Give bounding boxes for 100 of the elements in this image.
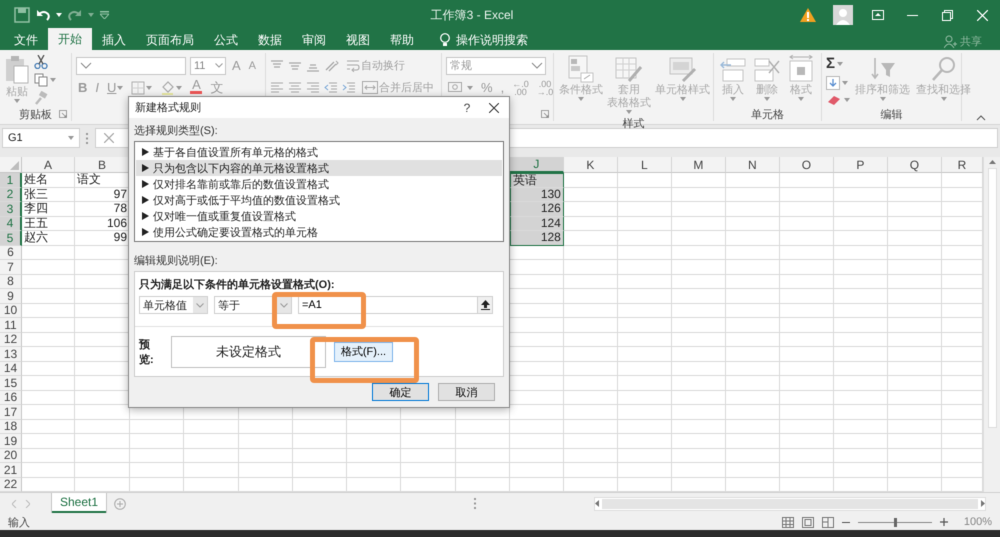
row-header[interactable]: 9 xyxy=(0,289,22,304)
orientation-icon[interactable] xyxy=(324,60,340,72)
add-sheet-icon[interactable] xyxy=(114,498,126,510)
scrollbar-thumb[interactable] xyxy=(988,168,996,428)
row-header[interactable]: 12 xyxy=(0,332,22,347)
divider-handle-icon[interactable] xyxy=(86,132,89,144)
rule-type-item[interactable]: 只为包含以下内容的单元格设置格式 xyxy=(136,160,502,176)
row-header[interactable]: 17 xyxy=(0,405,22,420)
row-header[interactable]: 16 xyxy=(0,390,22,405)
ribbon-tab[interactable]: 文件 xyxy=(4,30,48,50)
warning-icon[interactable] xyxy=(800,8,816,22)
row-header[interactable]: 2 xyxy=(0,188,22,202)
rule-type-item[interactable]: 仅对排名靠前或靠后的数值设置格式 xyxy=(136,176,502,192)
row-header[interactable]: 15 xyxy=(0,376,22,390)
divider-handle-icon[interactable] xyxy=(474,498,478,509)
font-size-field[interactable]: 11 xyxy=(190,56,226,74)
align-left-icon[interactable] xyxy=(270,82,284,94)
decrease-indent-icon[interactable] xyxy=(324,82,338,94)
scroll-up-button[interactable] xyxy=(988,160,996,164)
increase-indent-icon[interactable] xyxy=(342,82,356,94)
launcher-icon[interactable] xyxy=(59,110,67,118)
font-name-field[interactable] xyxy=(76,56,186,74)
tell-me-search[interactable]: 操作说明搜索 xyxy=(436,30,540,50)
row-header[interactable]: 5 xyxy=(0,231,22,246)
avatar-icon[interactable] xyxy=(832,5,852,25)
row-header[interactable]: 7 xyxy=(0,260,22,274)
customize-icon[interactable] xyxy=(100,11,109,19)
next-sheet-icon[interactable] xyxy=(25,500,30,508)
rule-type-item[interactable]: 使用公式确定要设置格式的单元格 xyxy=(136,224,502,240)
rule-type-list[interactable]: 基于各自值设置所有单元格的格式 只为包含以下内容的单元格设置格式 仅对排名靠前或靠后的数值设置格式 仅对高于或低于平均值的数值设置格式 仅对唯一值或重复值设置格式 使用公式确定要设置格式的单元格 xyxy=(134,141,504,242)
column-header[interactable]: J xyxy=(510,157,564,173)
rule-type-item[interactable]: 仅对高于或低于平均值的数值设置格式 xyxy=(136,192,502,208)
rule-type-item[interactable]: 基于各自值设置所有单元格的格式 xyxy=(136,144,502,160)
caret-icon[interactable] xyxy=(88,13,94,17)
align-center-icon[interactable] xyxy=(288,82,302,94)
operand-dropdown[interactable]: 单元格值 xyxy=(139,296,208,314)
column-header[interactable]: R xyxy=(942,157,983,173)
previous-sheet-icon[interactable] xyxy=(12,500,17,508)
clear-button[interactable] xyxy=(826,94,850,106)
row-header[interactable]: 10 xyxy=(0,304,22,318)
row-header[interactable]: 4 xyxy=(0,216,22,231)
column-header[interactable]: Q xyxy=(888,157,942,173)
row-header[interactable]: 20 xyxy=(0,448,22,463)
ribbon-tab[interactable]: 公式 xyxy=(204,30,248,50)
help-button[interactable]: ? xyxy=(455,100,479,114)
ribbon-tab[interactable]: 页面布局 xyxy=(136,30,204,50)
zoom-slider-thumb[interactable] xyxy=(894,518,897,526)
row-header[interactable]: 8 xyxy=(0,274,22,289)
format-button[interactable]: 格式(F)... xyxy=(334,342,393,362)
ok-button[interactable]: 确定 xyxy=(372,383,429,401)
value-field[interactable]: =A1 xyxy=(298,296,477,314)
zoom-in-icon[interactable] xyxy=(940,518,948,526)
row-header[interactable]: 21 xyxy=(0,463,22,478)
row-header[interactable]: 1 xyxy=(0,173,22,188)
align-right-icon[interactable] xyxy=(306,82,320,94)
row-header[interactable]: 11 xyxy=(0,318,22,332)
name-box[interactable]: G1 xyxy=(2,128,80,148)
row-header[interactable]: 22 xyxy=(0,478,22,492)
ribbon-tab[interactable]: 视图 xyxy=(336,30,380,50)
ribbon-tab[interactable]: 数据 xyxy=(248,30,292,50)
column-header[interactable]: B xyxy=(75,157,130,173)
fill-button[interactable] xyxy=(826,76,850,90)
borders-button[interactable] xyxy=(129,78,154,96)
collapse-ribbon-icon[interactable] xyxy=(976,115,986,121)
column-header[interactable]: O xyxy=(780,157,834,173)
cancel-button[interactable]: 取消 xyxy=(438,383,495,401)
row-header[interactable]: 3 xyxy=(0,202,22,216)
select-all-button[interactable] xyxy=(0,157,22,173)
ribbon-tab[interactable]: 插入 xyxy=(92,30,136,50)
autosum-button[interactable]: Σ xyxy=(826,55,850,72)
operator-dropdown[interactable]: 等于 xyxy=(214,296,292,314)
redo-icon[interactable] xyxy=(68,9,82,21)
cut-icon[interactable] xyxy=(34,55,48,69)
page-layout-icon[interactable] xyxy=(802,516,814,528)
horizontal-scrollbar[interactable] xyxy=(594,496,986,510)
ribbon-tab[interactable]: 帮助 xyxy=(380,30,424,50)
row-header[interactable]: 14 xyxy=(0,362,22,376)
column-header[interactable]: A xyxy=(22,157,75,173)
format-painter-icon[interactable] xyxy=(34,91,48,105)
save-icon[interactable] xyxy=(14,7,30,23)
undo-icon[interactable] xyxy=(36,9,50,21)
rule-type-item[interactable]: 仅对唯一值或重复值设置格式 xyxy=(136,208,502,224)
row-header[interactable]: 19 xyxy=(0,434,22,448)
align-middle-icon[interactable] xyxy=(288,60,302,72)
row-header[interactable]: 6 xyxy=(0,246,22,260)
column-header[interactable]: N xyxy=(726,157,780,173)
normal-view-icon[interactable] xyxy=(782,516,794,528)
page-break-icon[interactable] xyxy=(822,516,834,528)
cancel-icon[interactable] xyxy=(104,133,114,143)
column-header[interactable]: L xyxy=(618,157,672,173)
row-header[interactable]: 13 xyxy=(0,347,22,362)
sheet-tab[interactable]: Sheet1 xyxy=(52,492,106,512)
column-header[interactable]: P xyxy=(834,157,888,173)
caret-icon[interactable] xyxy=(56,13,62,17)
ribbon-tab[interactable]: 开始 xyxy=(48,28,92,50)
column-header[interactable]: K xyxy=(564,157,618,173)
ribbon-tab[interactable]: 审阅 xyxy=(292,30,336,50)
column-header[interactable]: M xyxy=(672,157,726,173)
row-header[interactable]: 18 xyxy=(0,420,22,434)
copy-button[interactable] xyxy=(34,73,56,87)
